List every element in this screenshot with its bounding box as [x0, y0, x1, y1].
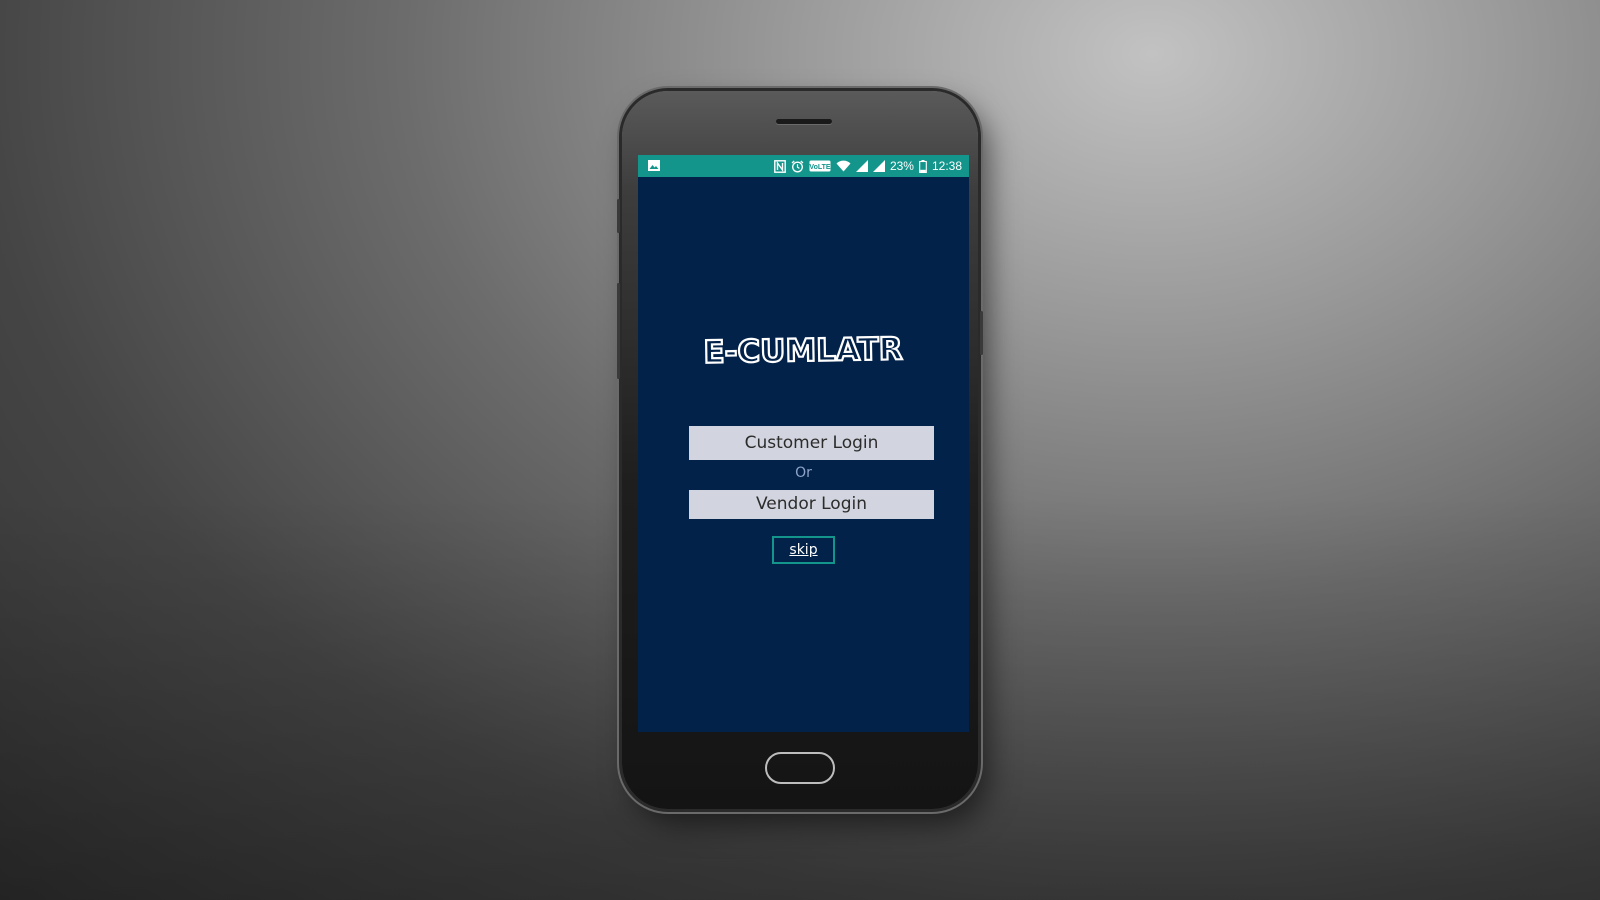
- power-button: [980, 311, 983, 355]
- status-bar: VoLTE 23% 12:38: [638, 155, 969, 177]
- nfc-icon: [774, 159, 786, 173]
- app-screen: VoLTE 23% 12:38 E-CUMLATR Customer Login…: [638, 155, 969, 732]
- home-button[interactable]: [765, 752, 835, 784]
- wifi-icon: [836, 160, 851, 172]
- image-notification-icon: [648, 160, 660, 171]
- clock: 12:38: [931, 159, 962, 173]
- skip-button[interactable]: skip: [772, 536, 835, 564]
- signal-icon: [855, 160, 868, 172]
- or-divider-label: Or: [795, 465, 812, 481]
- vendor-login-button[interactable]: Vendor Login: [689, 490, 934, 519]
- app-logo: E-CUMLATR: [702, 330, 904, 371]
- battery-percent: 23%: [889, 159, 914, 173]
- alarm-icon: [791, 160, 804, 172]
- volume-up-button: [617, 199, 620, 233]
- svg-text:VoLTE: VoLTE: [809, 164, 830, 171]
- earpiece-speaker: [776, 119, 832, 124]
- status-icons: VoLTE 23% 12:38: [774, 155, 962, 177]
- volte-icon: VoLTE: [809, 160, 831, 172]
- customer-login-button[interactable]: Customer Login: [689, 426, 934, 460]
- volume-down-button: [617, 283, 620, 379]
- battery-icon: [919, 159, 927, 173]
- svg-text:E-CUMLATR: E-CUMLATR: [703, 331, 903, 370]
- signal-icon-2: [872, 160, 885, 172]
- phone-mockup: VoLTE 23% 12:38 E-CUMLATR Customer Login…: [617, 91, 983, 809]
